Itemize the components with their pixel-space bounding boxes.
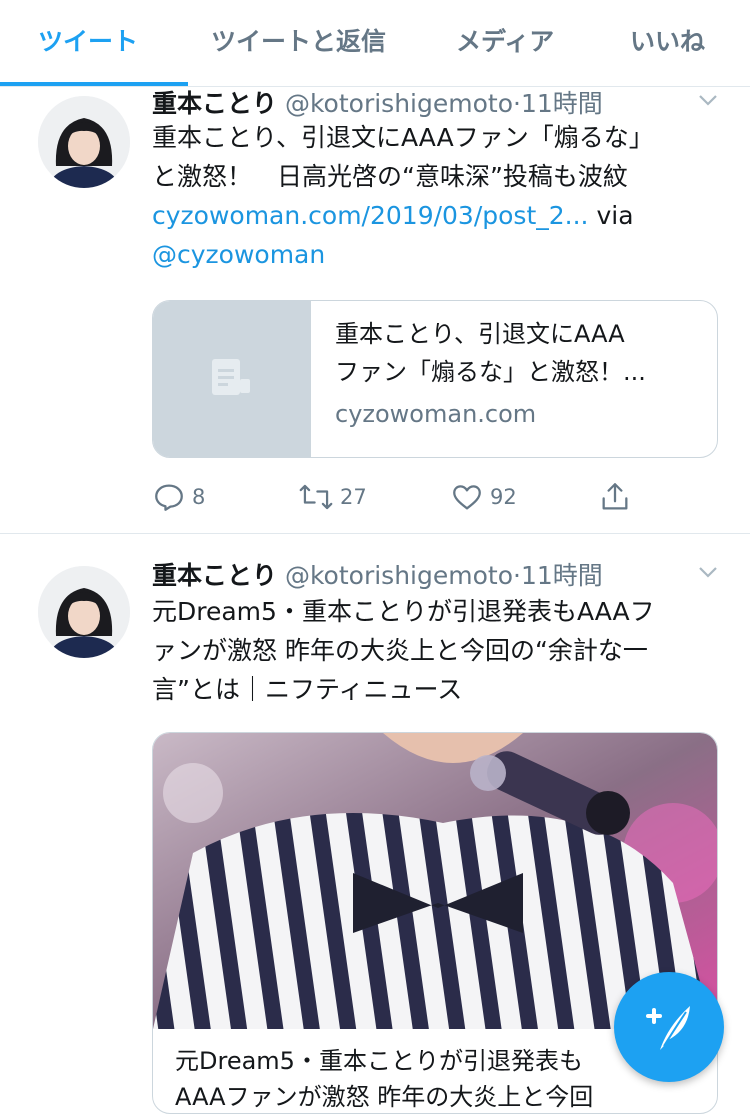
like-button[interactable]: 92 — [450, 480, 517, 514]
reply-icon — [155, 484, 183, 511]
share-icon — [602, 483, 628, 510]
via-text: via — [588, 201, 634, 230]
tweet-link[interactable]: cyzowoman.com/2019/03/post_2... — [152, 201, 589, 230]
compose-tweet-button[interactable] — [614, 972, 724, 1082]
tab-likes[interactable]: いいね — [630, 22, 705, 58]
timestamp[interactable]: 11時間 — [521, 89, 603, 118]
card-domain: cyzowoman.com — [335, 400, 537, 428]
tweet-text: 元Dream5・重本ことりが引退発表もAAAフ ァンが激怒 昨年の大炎上と今回の… — [152, 592, 722, 709]
card-title-line: ファン「煽るな」と激怒！... — [335, 358, 646, 386]
user-handle[interactable]: @kotorishigemoto — [285, 561, 513, 590]
avatar[interactable] — [38, 566, 130, 658]
tweet-divider — [0, 533, 750, 534]
compose-feather-icon — [646, 1006, 690, 1050]
link-card[interactable]: 重本ことり、引退文にAAA ファン「煽るな」と激怒！... cyzowoman.… — [152, 300, 718, 458]
tab-tweets[interactable]: ツイート — [38, 22, 138, 58]
mention-link[interactable]: @cyzowoman — [152, 240, 325, 269]
tweet-text-line: と激怒！ 日高光啓の“意味深”投稿も波紋 — [152, 162, 628, 191]
tweet-text-line: ァンが激怒 昨年の大炎上と今回の“余計な一 — [152, 636, 648, 665]
separator-dot: · — [512, 89, 521, 118]
reply-count: 8 — [192, 485, 206, 509]
card-body: 重本ことり、引退文にAAA ファン「煽るな」と激怒！... cyzowoman.… — [335, 315, 705, 433]
tab-tweets-and-replies[interactable]: ツイートと返信 — [211, 22, 386, 58]
card-title-line: AAAファンが激怒 昨年の大炎上と今回 — [175, 1083, 594, 1111]
card-thumbnail — [153, 301, 311, 457]
display-name[interactable]: 重本ことり — [152, 89, 277, 118]
tab-media[interactable]: メディア — [456, 22, 554, 58]
tweet-text: 重本ことり、引退文にAAAファン「煽るな」 と激怒！ 日高光啓の“意味深”投稿も… — [152, 118, 722, 274]
share-button[interactable] — [598, 480, 632, 514]
user-handle[interactable]: @kotorishigemoto — [285, 89, 513, 118]
tweet-header: 重本ことり @kotorishigemoto·11時間 — [152, 84, 603, 120]
retweet-button[interactable]: 27 — [298, 480, 367, 514]
retweet-icon — [299, 484, 333, 510]
tweet-header: 重本ことり @kotorishigemoto·11時間 — [152, 556, 603, 592]
avatar[interactable] — [38, 96, 130, 188]
chevron-down-icon[interactable] — [696, 88, 720, 112]
profile-tabs: ツイート ツイートと返信 メディア いいね — [0, 0, 750, 87]
timestamp[interactable]: 11時間 — [521, 561, 603, 590]
document-icon — [212, 359, 250, 395]
separator-dot: · — [512, 561, 521, 590]
display-name[interactable]: 重本ことり — [152, 561, 277, 590]
chevron-down-icon[interactable] — [696, 560, 720, 584]
tweet-text-line: 元Dream5・重本ことりが引退発表もAAAフ — [152, 597, 655, 626]
retweet-count: 27 — [340, 485, 367, 509]
heart-icon — [453, 485, 481, 510]
tweet-text-line: 重本ことり、引退文にAAAファン「煽るな」 — [152, 123, 654, 152]
tweet-text-line: 言”とは｜ニフティニュース — [152, 675, 463, 704]
like-count: 92 — [490, 485, 517, 509]
tweet-actions: 8 27 92 — [152, 480, 652, 520]
reply-button[interactable]: 8 — [152, 480, 205, 514]
card-title-line: 重本ことり、引退文にAAA — [335, 320, 625, 348]
